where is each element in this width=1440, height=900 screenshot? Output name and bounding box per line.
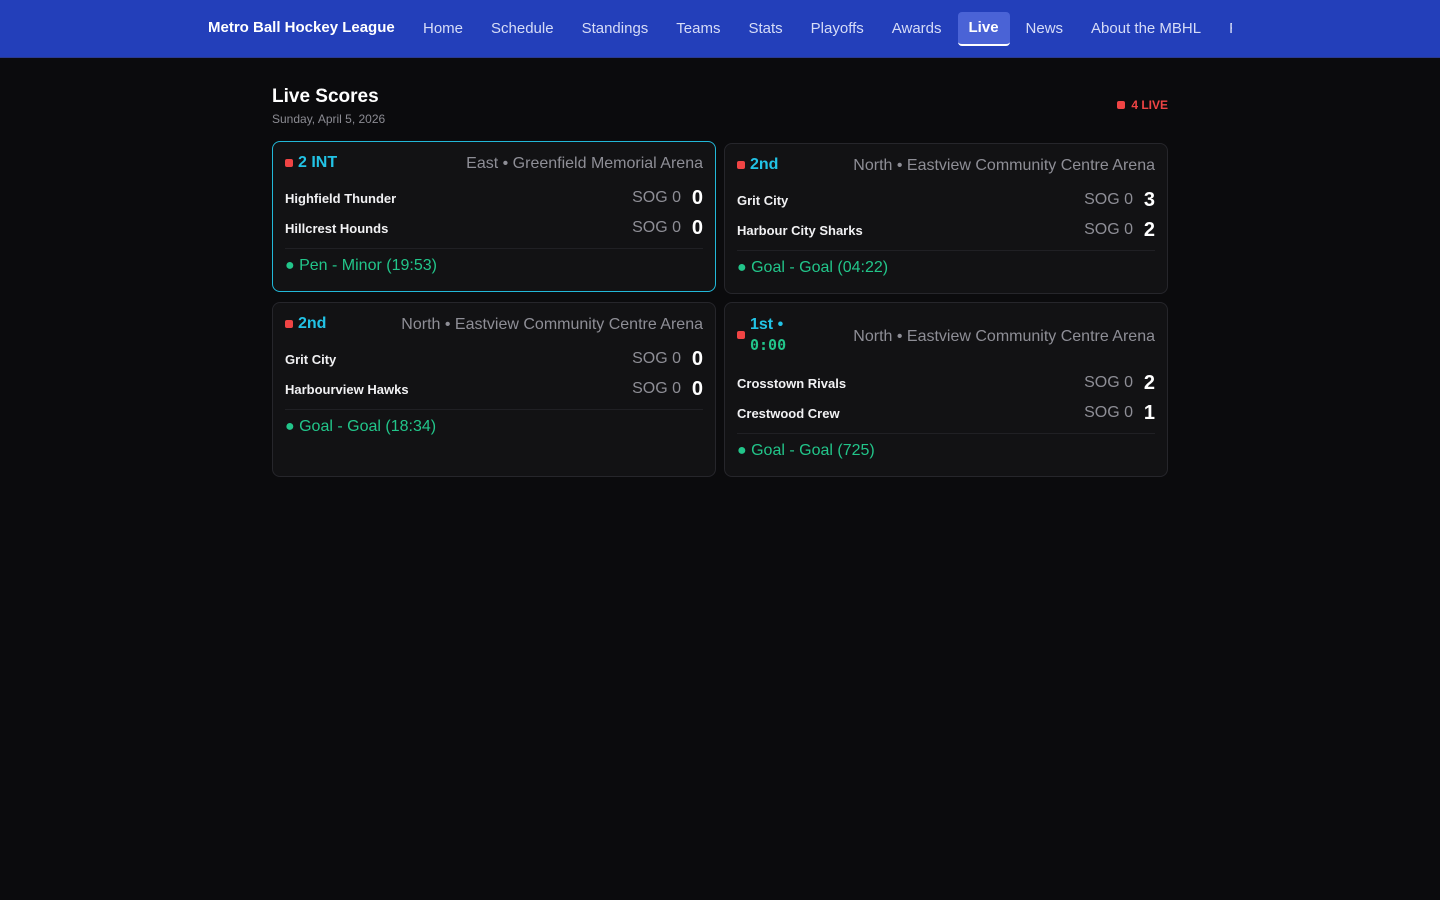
nav-news[interactable]: News <box>1012 12 1078 46</box>
game-card-header: 2 INT East • Greenfield Memorial Arena <box>285 154 703 176</box>
nav-schedule[interactable]: Schedule <box>477 12 568 46</box>
period-label: 2 INT <box>298 154 338 171</box>
page-title: Live Scores <box>272 86 379 107</box>
game-card-header: 1st • 0:00 North • Eastview Community Ce… <box>737 315 1155 363</box>
team-name[interactable]: Highfield Thunder <box>285 191 632 206</box>
league-brand[interactable]: Metro Ball Hockey League <box>208 19 395 36</box>
main-nav: Home Schedule Standings Teams Stats Play… <box>409 12 1232 46</box>
team-score: 0 <box>691 216 703 239</box>
team-score: 1 <box>1143 401 1155 424</box>
team-row-home: Grit City SOG 0 0 <box>285 347 703 371</box>
live-dot-icon <box>737 161 745 169</box>
page-date: Sunday, April 5, 2026 <box>272 112 386 126</box>
nav-truncated-item[interactable]: Ru <box>1215 12 1232 46</box>
team-score: 0 <box>691 377 703 400</box>
shots-on-goal: SOG 0 <box>632 380 681 397</box>
game-card[interactable]: 2nd North • Eastview Community Centre Ar… <box>724 143 1168 294</box>
team-name[interactable]: Crosstown Rivals <box>737 376 1084 391</box>
team-row-away: Crestwood Crew SOG 0 1 <box>737 401 1155 425</box>
game-card[interactable]: 2 INT East • Greenfield Memorial Arena H… <box>272 141 716 292</box>
game-clock: 0:00 <box>750 336 787 354</box>
nav-about[interactable]: About the MBHL <box>1077 12 1215 46</box>
card-divider <box>737 250 1155 251</box>
team-row-home: Highfield Thunder SOG 0 0 <box>285 186 703 210</box>
top-nav-bar: Metro Ball Hockey League Home Schedule S… <box>0 0 1440 58</box>
live-dot-icon <box>1117 101 1126 109</box>
venue-label: East • Greenfield Memorial Arena <box>466 155 703 172</box>
team-row-home: Crosstown Rivals SOG 0 2 <box>737 371 1155 395</box>
live-dot-icon <box>285 320 293 328</box>
shots-on-goal: SOG 0 <box>632 189 681 206</box>
period-status: 2nd <box>285 315 326 333</box>
shots-on-goal: SOG 0 <box>1084 221 1133 238</box>
team-name[interactable]: Harbourview Hawks <box>285 382 632 397</box>
nav-home[interactable]: Home <box>409 12 477 46</box>
shots-on-goal: SOG 0 <box>1084 404 1133 421</box>
live-dot-icon <box>285 159 293 167</box>
period-label: 1st • <box>750 316 784 333</box>
card-divider <box>737 433 1155 434</box>
team-name[interactable]: Hillcrest Hounds <box>285 221 632 236</box>
last-event: ● Pen - Minor (19:53) <box>285 257 437 274</box>
last-event: ● Goal - Goal (04:22) <box>737 259 889 276</box>
venue-label: North • Eastview Community Centre Arena <box>853 157 1155 174</box>
team-score: 0 <box>691 347 703 370</box>
period-status: 2nd <box>737 156 778 174</box>
team-name[interactable]: Grit City <box>285 352 632 367</box>
period-label: 2nd <box>298 315 327 332</box>
team-score: 2 <box>1143 218 1155 241</box>
nav-awards[interactable]: Awards <box>878 12 956 46</box>
nav-playoffs[interactable]: Playoffs <box>797 12 878 46</box>
team-score: 0 <box>691 186 703 209</box>
game-card[interactable]: 1st • 0:00 North • Eastview Community Ce… <box>724 302 1168 477</box>
team-name[interactable]: Harbour City Sharks <box>737 223 1084 238</box>
team-name[interactable]: Grit City <box>737 193 1084 208</box>
card-divider <box>285 409 703 410</box>
team-name[interactable]: Crestwood Crew <box>737 406 1084 421</box>
live-count-badge: 4 LIVE <box>1117 98 1168 112</box>
team-row-away: Hillcrest Hounds SOG 0 0 <box>285 216 703 240</box>
live-count-label: 4 LIVE <box>1131 98 1168 112</box>
venue-label: North • Eastview Community Centre Arena <box>401 316 703 333</box>
team-score: 2 <box>1143 371 1155 394</box>
team-row-away: Harbourview Hawks SOG 0 0 <box>285 377 703 401</box>
game-card[interactable]: 2nd North • Eastview Community Centre Ar… <box>272 302 716 477</box>
nav-stats[interactable]: Stats <box>734 12 796 46</box>
team-row-away: Harbour City Sharks SOG 0 2 <box>737 218 1155 242</box>
game-card-header: 2nd North • Eastview Community Centre Ar… <box>285 315 703 337</box>
period-status: 2 INT <box>285 154 337 172</box>
team-row-home: Grit City SOG 0 3 <box>737 188 1155 212</box>
period-status: 1st • 0:00 <box>737 315 786 355</box>
team-score: 3 <box>1143 188 1155 211</box>
live-dot-icon <box>737 331 745 339</box>
nav-live[interactable]: Live <box>957 12 1010 46</box>
last-event: ● Goal - Goal (725) <box>737 442 875 459</box>
shots-on-goal: SOG 0 <box>632 219 681 236</box>
shots-on-goal: SOG 0 <box>632 350 681 367</box>
shots-on-goal: SOG 0 <box>1084 191 1133 208</box>
period-label: 2nd <box>750 156 779 173</box>
venue-label: North • Eastview Community Centre Arena <box>853 328 1155 345</box>
period-and-clock: 1st • 0:00 <box>750 315 786 355</box>
card-divider <box>285 248 703 249</box>
shots-on-goal: SOG 0 <box>1084 374 1133 391</box>
game-card-header: 2nd North • Eastview Community Centre Ar… <box>737 156 1155 178</box>
nav-teams[interactable]: Teams <box>662 12 734 46</box>
last-event: ● Goal - Goal (18:34) <box>285 418 437 435</box>
nav-standings[interactable]: Standings <box>568 12 663 46</box>
